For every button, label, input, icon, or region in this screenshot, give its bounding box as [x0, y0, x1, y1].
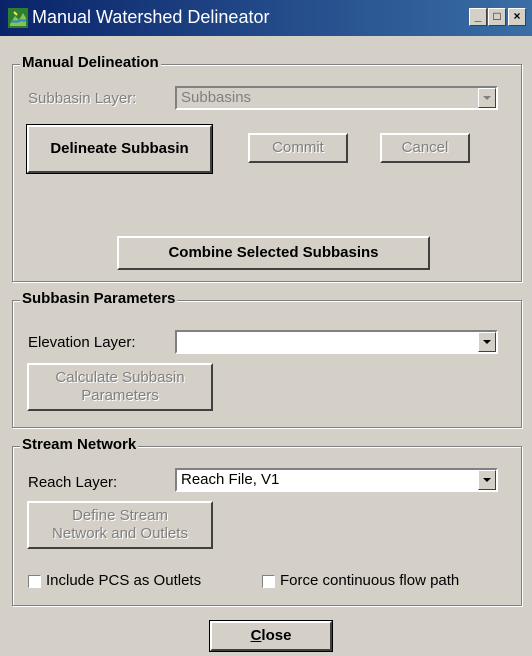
- commit-label: Commit: [272, 139, 324, 156]
- subbasin-layer-label: Subbasin Layer:: [28, 90, 137, 107]
- force-continuous-flow-checkbox[interactable]: [262, 575, 275, 588]
- elevation-layer-label: Elevation Layer:: [28, 334, 136, 351]
- watershed-app-icon: [8, 8, 28, 28]
- chevron-down-icon[interactable]: [478, 88, 496, 108]
- calculate-subbasin-parameters-button[interactable]: Calculate Subbasin Parameters: [27, 363, 213, 411]
- stream-network-legend: Stream Network: [20, 436, 139, 453]
- minimize-icon: _: [474, 9, 482, 23]
- close-button[interactable]: Close: [209, 620, 333, 652]
- window-title: Manual Watershed Delineator: [32, 7, 270, 27]
- define-button-line1: Define Stream: [72, 507, 168, 524]
- close-mnemonic: C: [250, 627, 262, 644]
- reach-layer-label: Reach Layer:: [28, 474, 118, 491]
- chevron-down-icon[interactable]: [478, 332, 496, 352]
- cancel-button[interactable]: Cancel: [380, 133, 470, 163]
- minimize-button[interactable]: _: [469, 8, 487, 26]
- combine-selected-subbasins-label: Combine Selected Subbasins: [168, 244, 379, 261]
- close-window-button[interactable]: ×: [508, 8, 526, 26]
- calculate-button-line1: Calculate Subbasin: [55, 369, 185, 386]
- chevron-down-icon[interactable]: [478, 470, 496, 490]
- maximize-button[interactable]: □: [488, 8, 506, 26]
- maximize-icon: □: [493, 9, 501, 23]
- calculate-button-line2: Parameters: [81, 387, 159, 404]
- define-stream-network-button[interactable]: Define Stream Network and Outlets: [27, 501, 213, 549]
- force-continuous-flow-label[interactable]: Force continuous flow path: [280, 572, 459, 589]
- subbasin-parameters-legend: Subbasin Parameters: [20, 290, 178, 307]
- close-icon: ×: [513, 9, 521, 23]
- combine-selected-subbasins-button[interactable]: Combine Selected Subbasins: [117, 236, 430, 270]
- delineate-subbasin-label: Delineate Subbasin: [50, 140, 189, 157]
- commit-button[interactable]: Commit: [248, 133, 348, 163]
- manual-delineation-legend: Manual Delineation: [20, 54, 161, 71]
- cancel-label: Cancel: [401, 139, 449, 156]
- reach-layer-dropdown[interactable]: Reach File, V1: [175, 468, 498, 492]
- include-pcs-checkbox[interactable]: [28, 575, 41, 588]
- title-bar[interactable]: Manual Watershed Delineator _ □ ×: [0, 0, 532, 36]
- define-button-line2: Network and Outlets: [52, 525, 188, 542]
- close-label-rest: lose: [261, 627, 292, 644]
- subbasin-layer-value: Subbasins: [181, 89, 252, 106]
- include-pcs-label[interactable]: Include PCS as Outlets: [46, 572, 201, 589]
- subbasin-layer-dropdown[interactable]: Subbasins: [175, 86, 498, 110]
- manual-watershed-delineator-window: Manual Watershed Delineator _ □ × Manual…: [0, 0, 532, 656]
- elevation-layer-dropdown[interactable]: [175, 330, 498, 354]
- reach-layer-value: Reach File, V1: [181, 471, 280, 488]
- delineate-subbasin-button[interactable]: Delineate Subbasin: [26, 124, 213, 174]
